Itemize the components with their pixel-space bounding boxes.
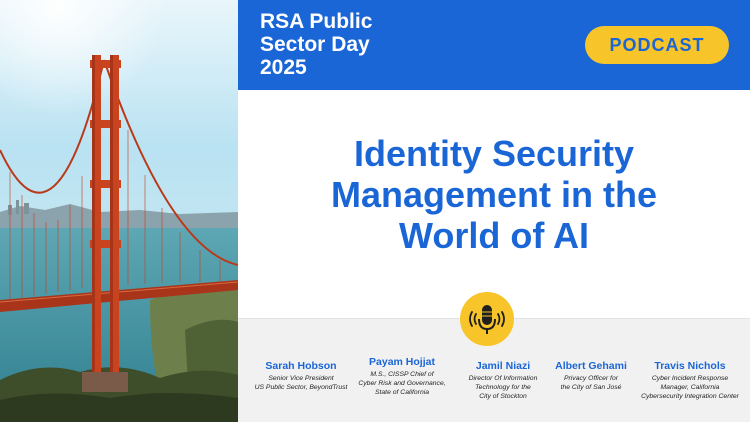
speaker-name: Sarah Hobson [265, 360, 337, 372]
microphone-icon [469, 305, 505, 334]
podcast-badge: PODCAST [585, 26, 729, 64]
event-title: RSA Public Sector Day 2025 [260, 10, 373, 79]
main-title: Identity Security Management in the Worl… [330, 133, 658, 256]
speaker-role: M.S., CISSP Chief of Cyber Risk and Gove… [358, 371, 446, 396]
speaker-role: Privacy Officer for the City of San José [560, 375, 622, 391]
speaker-sarah-hobson: Sarah Hobson Senior Vice President US Pu… [246, 360, 356, 392]
header-band: RSA Public Sector Day 2025 PODCAST [238, 0, 750, 90]
speaker-albert-gehami: Albert Gehami Privacy Officer for the Ci… [537, 360, 645, 392]
speaker-name: Albert Gehami [555, 360, 627, 372]
podcast-icon-circle [460, 292, 514, 346]
bridge-photo [0, 0, 238, 422]
speaker-role: Cyber Incident Response Manager, Califor… [641, 375, 739, 400]
speaker-travis-nichols: Travis Nichols Cyber Incident Response M… [632, 360, 748, 401]
speaker-role: Senior Vice President US Public Sector, … [254, 375, 348, 391]
speaker-name: Travis Nichols [654, 360, 726, 372]
speaker-payam-hojjat: Payam Hojjat M.S., CISSP Chief of Cyber … [347, 356, 457, 397]
speaker-name: Payam Hojjat [369, 356, 435, 368]
